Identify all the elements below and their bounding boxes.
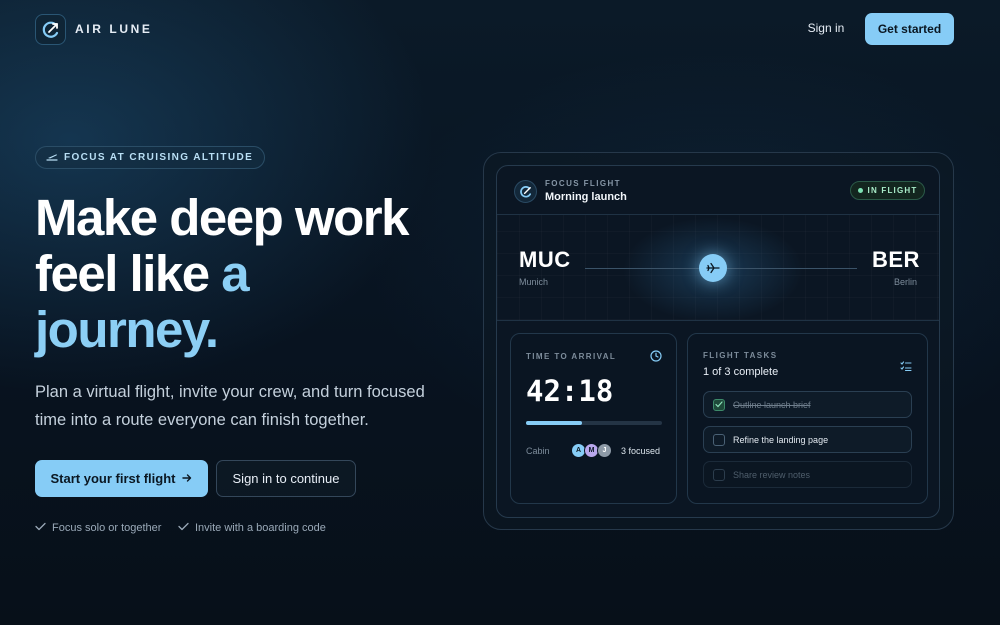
feature-check-label: Focus solo or together [52,522,162,534]
focused-count: 3 focused [621,446,661,456]
flight-card-header: FOCUS FLIGHT Morning launch IN FLIGHT [497,166,939,215]
cabin-label: Cabin [526,446,550,456]
status-text: IN FLIGHT [867,186,918,195]
task-checkbox[interactable] [713,398,725,411]
check-icon [35,522,46,534]
task-item[interactable]: Share review notes [703,461,912,488]
sign-in-link[interactable]: Sign in [796,21,856,35]
headline-line-1: Make deep work [35,189,409,246]
hero-headline: Make deep work feel like a journey. [35,190,475,358]
start-flight-button[interactable]: Start your first flight [35,460,208,497]
flight-card: FOCUS FLIGHT Morning launch IN FLIGHT MU… [496,165,940,518]
headline-line-3: journey. [35,301,219,358]
get-started-button[interactable]: Get started [865,13,954,45]
task-item[interactable]: Refine the landing page [703,426,912,453]
feature-check-solo: Focus solo or together [35,522,161,534]
start-flight-label: Start your first flight [50,471,176,486]
logo-icon [514,180,537,203]
task-list-icon[interactable] [900,359,912,377]
tasks-label: FLIGHT TASKS [703,351,778,360]
origin-code: MUC [519,247,571,272]
time-label: TIME TO ARRIVAL [526,352,617,361]
focus-flight-label: FOCUS FLIGHT [545,179,621,188]
time-panel: TIME TO ARRIVAL 42:18 Cabin A M J 3 focu… [510,333,677,504]
destination-code: BER [872,247,920,272]
task-checkbox[interactable] [713,433,725,446]
check-icon [715,401,723,408]
task-checkbox[interactable] [713,468,725,481]
tasks-panel: FLIGHT TASKS 1 of 3 complete Outline lau… [687,333,928,504]
sign-in-continue-button[interactable]: Sign in to continue [216,460,356,497]
destination-city: Berlin [894,277,918,287]
hero-badge: FOCUS AT CRUISING ALTITUDE [35,146,266,169]
route-map: MUC Munich BER Berlin [497,215,939,321]
status-badge: IN FLIGHT [850,181,925,200]
logo-icon[interactable] [35,14,66,45]
task-label: Refine the landing page [733,434,829,445]
feature-check-label: Invite with a boarding code [195,522,326,534]
flight-name: Morning launch [545,191,627,203]
status-dot [857,188,863,193]
plane-takeoff-icon [46,149,58,167]
flight-progress-fill [526,421,582,425]
headline-highlight-a: a [221,245,249,302]
countdown-timer: 42:18 [526,374,614,408]
arrow-right-icon [182,471,192,486]
task-item[interactable]: Outline launch brief [703,391,912,418]
task-label: Outline launch brief [733,399,811,410]
headline-line-2: feel like a [35,246,475,302]
feature-check-invite: Invite with a boarding code [178,522,326,534]
tasks-summary: 1 of 3 complete [703,366,779,378]
hero-subtitle: Plan a virtual flight, invite your crew,… [35,383,425,429]
check-icon [178,522,189,534]
origin-city: Munich [519,277,549,287]
badge-label: FOCUS AT CRUISING ALTITUDE [64,152,254,163]
avatar: J [597,443,612,458]
brand-name[interactable]: AIR LUNE [75,22,152,36]
plane-icon [699,254,727,282]
clock-icon [650,349,662,367]
task-label: Share review notes [733,469,811,480]
flight-progress [526,421,662,425]
headline-line-2-text: feel like [35,245,222,302]
